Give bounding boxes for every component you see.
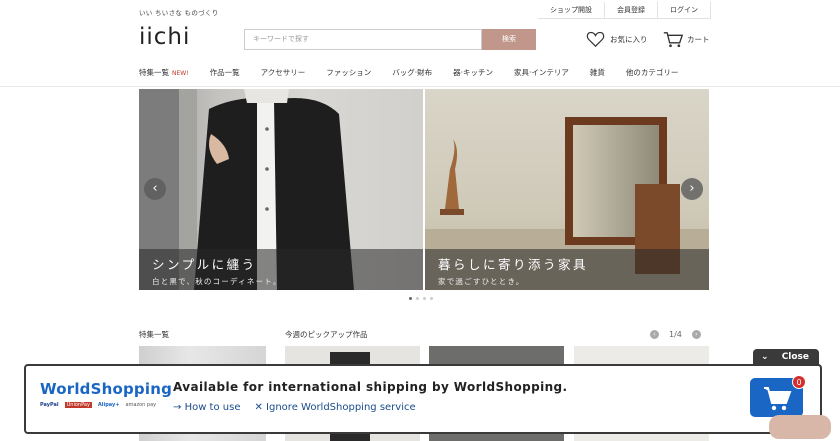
ignore-label: Ignore WorldShopping service — [266, 402, 416, 413]
cart-icon — [663, 32, 683, 48]
nav-item-bags[interactable]: バッグ·財布 — [392, 67, 432, 78]
new-badge: NEW! — [172, 70, 189, 77]
pickup-section-title: 今週のピックアップ作品 — [285, 330, 368, 339]
worldshopping-banner: WorldShopping PayPal UnionPay Alipay+ am… — [24, 364, 822, 434]
arrow-right-icon: → — [173, 402, 185, 413]
nav-item-works[interactable]: 作品一覧 — [210, 67, 240, 78]
register-link[interactable]: 会員登録 — [604, 2, 657, 19]
amazonpay-logo: amazon pay — [125, 402, 157, 408]
ws-message: Available for international shipping by … — [173, 380, 568, 394]
paypal-logo: PayPal — [40, 402, 59, 408]
ws-close-label: Close — [781, 352, 810, 362]
nav-item-kitchen[interactable]: 器·キッチン — [453, 67, 493, 78]
pager-next-button[interactable]: › — [691, 330, 701, 339]
nav-item-goods[interactable]: 雑貨 — [590, 67, 605, 78]
carousel-dot[interactable] — [423, 297, 426, 300]
nav-item-fashion[interactable]: ファッション — [326, 67, 371, 78]
login-link[interactable]: ログイン — [657, 2, 711, 19]
site-tagline: いい ちいさな ものづくり — [139, 9, 219, 17]
carousel-dots — [409, 297, 433, 300]
open-shop-link[interactable]: ショップ開設 — [538, 2, 604, 19]
slide-caption: シンプルに纏う 白と黒で、秋のコーディネート。 — [139, 249, 423, 290]
carousel-dot[interactable] — [430, 297, 433, 300]
slide-subtitle: 家で過ごすひととき。 — [438, 277, 525, 286]
slide-title: シンプルに纏う — [152, 257, 257, 272]
cart-count-badge: 0 — [792, 375, 806, 389]
category-nav: 特集一覧 NEW! 作品一覧 アクセサリー ファッション バッグ·財布 器·キッチ… — [139, 67, 699, 78]
ignore-service-link[interactable]: ✕ Ignore WorldShopping service — [254, 402, 415, 413]
carousel-dot[interactable] — [409, 297, 412, 300]
carousel-dot[interactable] — [416, 297, 419, 300]
unionpay-logo: UnionPay — [64, 402, 92, 408]
chat-widget-button[interactable] — [769, 415, 831, 439]
favorites-label: お気に入り — [610, 34, 648, 44]
header-divider — [0, 86, 840, 87]
chevron-left-icon: ‹ — [152, 181, 158, 196]
pickup-pager: ‹ 1/4 › — [650, 330, 701, 339]
nav-item-furniture[interactable]: 家具·インテリア — [514, 67, 569, 78]
chevron-down-icon: ⌄ — [761, 352, 769, 362]
ws-brand: WorldShopping — [40, 380, 173, 398]
slide-title: 暮らしに寄り添う家具 — [438, 257, 589, 272]
ws-links: → How to use ✕ Ignore WorldShopping serv… — [173, 402, 416, 413]
carousel-prev-button[interactable]: ‹ — [144, 178, 166, 200]
nav-label: 特集一覧 — [139, 68, 169, 77]
how-to-use-link[interactable]: → How to use — [173, 402, 240, 413]
pager-prev-button[interactable]: ‹ — [650, 330, 659, 339]
carousel-next-button[interactable]: › — [681, 178, 703, 200]
payment-methods: PayPal UnionPay Alipay+ amazon pay — [40, 402, 172, 408]
slide-caption: 暮らしに寄り添う家具 家で過ごすひととき。 — [425, 249, 709, 290]
carousel-slide-fashion[interactable]: シンプルに纏う 白と黒で、秋のコーディネート。 — [139, 89, 423, 290]
nav-item-other[interactable]: 他のカテゴリー — [626, 67, 679, 78]
nav-item-features[interactable]: 特集一覧 NEW! — [139, 67, 189, 78]
chevron-right-icon: › — [689, 181, 695, 196]
carousel-slide-furniture[interactable]: 暮らしに寄り添う家具 家で過ごすひととき。 — [425, 89, 709, 290]
top-links: ショップ開設 会員登録 ログイン — [538, 2, 711, 19]
how-to-use-label: How to use — [184, 402, 241, 413]
cart-label: カート — [687, 35, 710, 44]
search-input[interactable]: キーワードで探す — [244, 29, 482, 50]
features-section-title: 特集一覧 — [139, 330, 169, 339]
cart-link[interactable]: カート — [663, 31, 710, 48]
close-icon: ✕ — [254, 402, 267, 413]
slide-subtitle: 白と黒で、秋のコーディネート。 — [152, 277, 282, 286]
favorites-link[interactable]: お気に入り — [586, 31, 648, 47]
heart-icon — [586, 31, 605, 47]
worldshopping-logo: WorldShopping PayPal UnionPay Alipay+ am… — [40, 380, 172, 408]
alipay-logo: Alipay+ — [97, 402, 120, 408]
pager-text: 1/4 — [669, 330, 682, 339]
site-logo[interactable]: iichi — [139, 24, 190, 50]
nav-item-accessories[interactable]: アクセサリー — [261, 67, 306, 78]
search-button[interactable]: 検索 — [482, 29, 536, 50]
